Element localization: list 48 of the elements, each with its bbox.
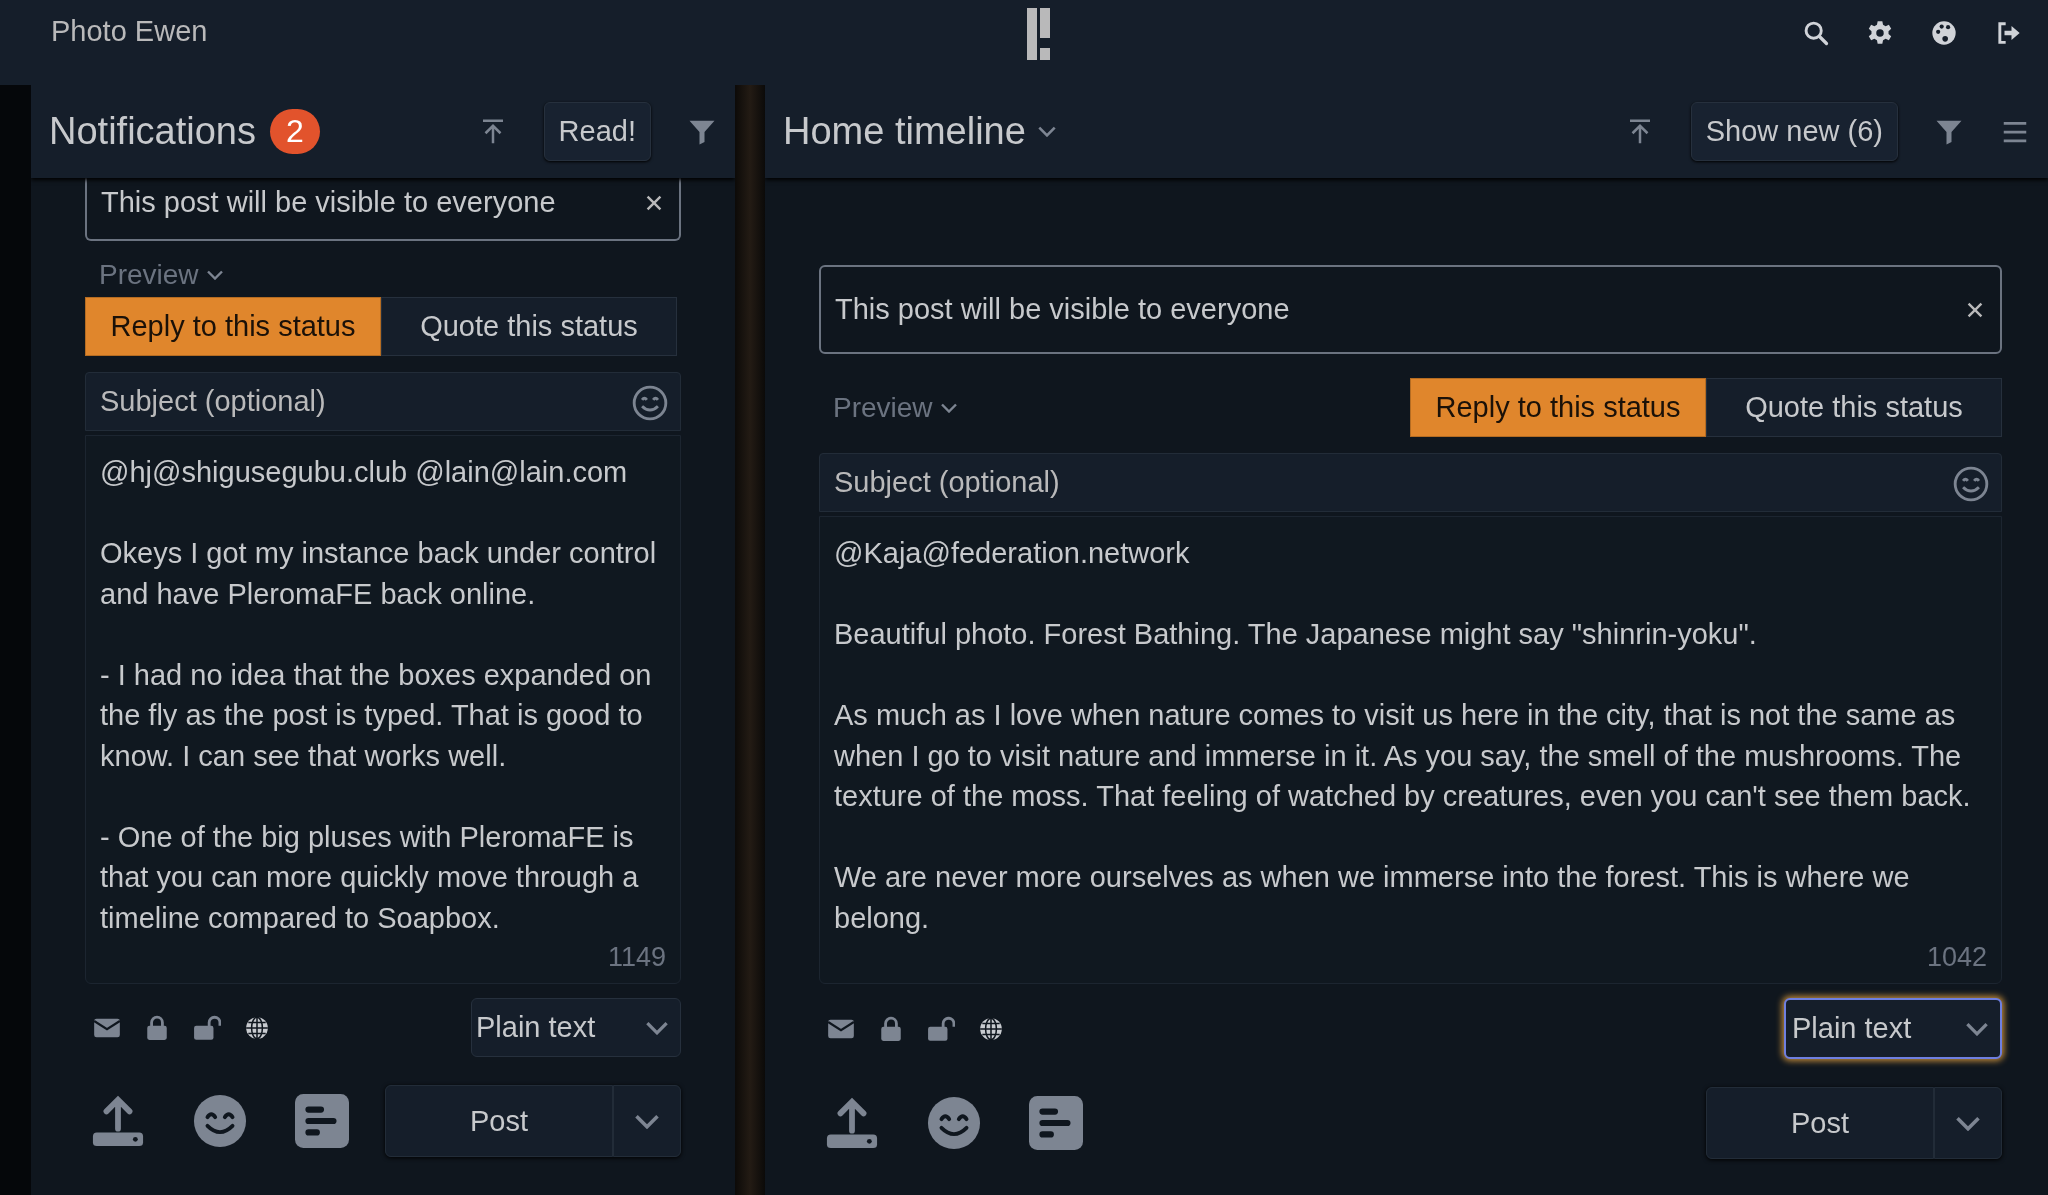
header-button[interactable]: Read!	[543, 102, 651, 161]
search-icon[interactable]	[1802, 19, 1830, 47]
character-count: 1149	[606, 942, 666, 973]
mode-tab[interactable]: Quote this status	[1706, 378, 2002, 437]
unlocked-icon[interactable]	[927, 1015, 955, 1042]
notice-text: This post will be visible to everyone	[101, 186, 556, 219]
upload-icon[interactable]	[825, 1096, 879, 1150]
post-button[interactable]: Post	[1706, 1087, 1934, 1159]
chevron-icon	[206, 270, 223, 280]
chevron-icon	[1956, 1115, 1980, 1131]
subject-field[interactable]: Subject (optional)	[85, 372, 681, 431]
mode-tab[interactable]: Quote this status	[381, 297, 677, 356]
preview-toggle[interactable]: Preview	[85, 259, 237, 291]
header-button[interactable]: Show new (6)	[1690, 102, 1898, 161]
mode-tab[interactable]: Reply to this status	[1410, 378, 1706, 437]
subject-field[interactable]: Subject (optional)	[819, 453, 2002, 512]
notice-text: This post will be visible to everyone	[835, 293, 1290, 326]
column-title[interactable]: Home timeline	[783, 110, 1026, 153]
post-options-button[interactable]	[1934, 1087, 2002, 1159]
chevron-icon	[635, 1113, 659, 1129]
emoji-icon[interactable]	[193, 1094, 247, 1148]
palette-icon[interactable]	[1930, 19, 1958, 47]
settings-icon[interactable]	[1866, 19, 1894, 47]
status-text: @hj@shigusegubu.club @lain@lain.com Okeys I got my instance back under control and have PleromaFE back online. - I had no idea that the boxes expanded on the fly as the post is typed. That is good to know. I can see that works well. - One of the big pluses with PleromaFE is that you can more quickly move through a timeline compared to Soapbox.	[100, 455, 658, 936]
mode-tab[interactable]: Reply to this status	[85, 297, 381, 356]
format-select[interactable]: Plain text	[1784, 998, 2002, 1059]
chevron-icon	[1966, 1021, 1988, 1036]
chevron-icon	[646, 1020, 668, 1035]
preview-toggle[interactable]: Preview	[819, 391, 971, 424]
post-options-button[interactable]	[613, 1085, 681, 1157]
format-select[interactable]: Plain text	[471, 998, 681, 1057]
column-title: Notifications	[49, 110, 256, 153]
emoji-icon[interactable]	[631, 384, 669, 422]
chevron-icon[interactable]	[1037, 126, 1056, 137]
status-text: @Kaja@federation.network Beautiful photo. Forest Bathing. The Japanese might say "shinrin-yoku". As much as I love when nature comes to visit us here in the city, that is not the same as when I go to visit nature and immerse in it. As you say, the smell of the mushrooms. The texture of the moss. That feeling of watched by creatures, even you can't see them back. We are never more ourselves as when we immerse into the forest. This is where we belong.	[834, 536, 1972, 936]
upload-icon[interactable]	[91, 1094, 145, 1148]
emoji-icon[interactable]	[1952, 465, 1990, 503]
post-button[interactable]: Post	[385, 1085, 613, 1157]
poll-icon[interactable]	[295, 1094, 349, 1148]
poll-icon[interactable]	[1029, 1096, 1083, 1150]
globe-icon[interactable]	[977, 1015, 1005, 1042]
chevron-icon	[940, 402, 957, 413]
emoji-icon[interactable]	[927, 1096, 981, 1150]
unlocked-icon[interactable]	[193, 1014, 221, 1041]
unread-badge: 2	[270, 109, 320, 154]
globe-icon[interactable]	[243, 1014, 271, 1041]
site-title[interactable]: Photo Ewen	[51, 15, 208, 48]
character-count: 1042	[1925, 942, 1987, 973]
